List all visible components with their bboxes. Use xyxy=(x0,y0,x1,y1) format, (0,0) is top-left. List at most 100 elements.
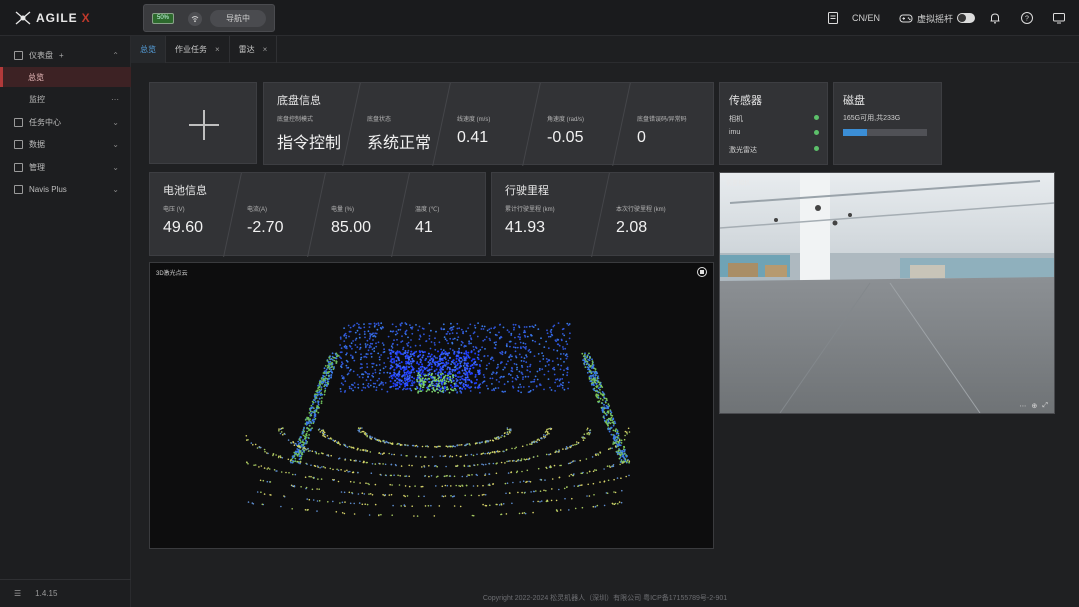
robot-status-pill: 50% 导航中 xyxy=(143,4,275,32)
add-widget-button[interactable] xyxy=(149,82,257,164)
sidebar-item-label: 数据 xyxy=(29,139,45,149)
metric-value: 指令控制 xyxy=(277,135,342,152)
metric-label: 累计行驶里程 (km) xyxy=(505,207,555,213)
chevron-down-icon: ⌄ xyxy=(112,184,119,194)
metric-label: 电量 (%) xyxy=(331,207,354,213)
divider xyxy=(591,173,610,257)
plus-icon-v xyxy=(203,110,205,140)
card-title: 磁盘 xyxy=(843,95,865,107)
metric-label: 电压 (V) xyxy=(163,207,185,213)
metric-label: 角速度 (rad/s) xyxy=(547,117,585,123)
sidebar: 仪表盘 + ⌃ 总览 监控 ⋯ 任务中心 ⌄ 数据 ⌄ 管理 ⌄ Navis P xyxy=(0,36,131,607)
data-icon xyxy=(14,139,23,149)
sidebar-item-monitor[interactable]: 监控 ⋯ xyxy=(0,89,131,109)
sensor-row-imu: imu xyxy=(729,129,819,136)
chevron-down-icon: ⌄ xyxy=(112,139,119,149)
sensors-card: 传感器 相机 imu 激光雷达 xyxy=(719,82,828,165)
top-bar: AGILE X 50% 导航中 CN/EN 虚拟摇杆 ? xyxy=(0,0,1079,36)
sidebar-item-manage[interactable]: 管理 ⌄ xyxy=(0,157,131,177)
status-dot xyxy=(814,146,819,151)
metric-label: 底盘状态 xyxy=(367,117,392,123)
divider xyxy=(307,173,326,257)
bell-icon[interactable] xyxy=(988,0,1002,36)
brand-accent: X xyxy=(81,11,91,25)
chassis-metric: 线速度 (m/s) 0.41 xyxy=(457,114,490,147)
zoom-icon[interactable]: ⊕ xyxy=(1032,402,1038,410)
metric-label: 底盘控制模式 xyxy=(277,117,314,123)
divider xyxy=(432,83,451,166)
task-icon xyxy=(14,117,23,127)
camera-view[interactable]: 前置相机 ⋯ ⊕ ⤢ xyxy=(719,172,1055,414)
sensor-label: imu xyxy=(729,129,741,136)
battery-indicator: 50% xyxy=(152,13,174,24)
sidebar-item-label: 监控 xyxy=(29,94,45,104)
sidebar-footer: ☰ 1.4.15 xyxy=(0,579,131,607)
fullscreen-icon[interactable]: ⤢ xyxy=(1042,402,1048,410)
battery-metric: 温度 (℃) 41 xyxy=(415,204,439,237)
virtual-joystick-toggle[interactable] xyxy=(957,13,976,23)
divider xyxy=(223,173,242,257)
card-title: 电池信息 xyxy=(163,185,207,197)
robot-logo-icon xyxy=(15,11,31,25)
menu-collapse-icon[interactable]: ☰ xyxy=(14,589,21,598)
sidebar-item-label: 总览 xyxy=(28,72,44,82)
add-icon[interactable]: + xyxy=(59,51,64,60)
camera-title: 前置相机 xyxy=(726,181,751,187)
gamepad-icon xyxy=(899,14,913,23)
card-title: 底盘信息 xyxy=(277,95,321,107)
sensor-label: 相机 xyxy=(729,116,743,123)
divider xyxy=(612,83,631,166)
sidebar-item-task-center[interactable]: 任务中心 ⌄ xyxy=(0,112,131,132)
virtual-joystick-label: 虚拟摇杆 xyxy=(917,13,954,24)
logo: AGILE X xyxy=(14,9,91,27)
battery-metric: 电流(A) -2.70 xyxy=(247,204,283,237)
navis-icon xyxy=(14,184,23,194)
svg-text:?: ? xyxy=(1025,16,1029,23)
screen-icon[interactable] xyxy=(1052,0,1066,36)
wifi-icon[interactable] xyxy=(188,12,202,26)
metric-label: 线速度 (m/s) xyxy=(457,117,491,123)
close-icon[interactable]: × xyxy=(263,45,268,54)
battery-metric: 电压 (V) 49.60 xyxy=(163,204,203,237)
sidebar-item-data[interactable]: 数据 ⌄ xyxy=(0,134,131,154)
tab-tasks[interactable]: 作业任务 × xyxy=(166,36,230,63)
sidebar-item-dashboard[interactable]: 仪表盘 + ⌃ xyxy=(0,45,131,65)
camera-controls: ⋯ ⊕ ⤢ xyxy=(1020,402,1048,410)
more-icon[interactable]: ⋯ xyxy=(1020,402,1027,410)
lidar-point-cloud-view[interactable]: 3D激光点云 xyxy=(149,262,714,549)
metric-label: 电流(A) xyxy=(247,207,267,213)
metric-value: -2.70 xyxy=(247,219,284,236)
help-icon[interactable]: ? xyxy=(1020,0,1034,36)
chassis-metric: 角速度 (rad/s) -0.05 xyxy=(547,114,584,147)
virtual-joystick-control[interactable]: 虚拟摇杆 xyxy=(899,0,976,36)
chassis-metric: 底盘状态 系统正常 xyxy=(367,114,431,153)
disk-usage-bar xyxy=(843,129,927,136)
metric-value: 41.93 xyxy=(505,219,546,236)
divider xyxy=(391,173,410,257)
metric-value: 系统正常 xyxy=(367,135,432,152)
more-icon[interactable]: ⋯ xyxy=(111,95,119,104)
card-title: 行驶里程 xyxy=(505,185,549,197)
copyright-footer: Copyright 2022-2024 松灵机器人（深圳）有限公司 粤ICP备1… xyxy=(482,595,728,602)
tab-radar[interactable]: 雷达 × xyxy=(230,36,278,63)
divider xyxy=(342,83,361,166)
tab-label: 总览 xyxy=(140,45,156,54)
status-dot xyxy=(814,130,819,135)
tab-bar: 总览 作业任务 × 雷达 × xyxy=(131,36,1079,63)
chevron-up-icon: ⌃ xyxy=(112,50,119,60)
metric-value: 0 xyxy=(637,129,646,146)
point-cloud-canvas xyxy=(245,322,631,517)
navigation-mode-button[interactable]: 导航中 xyxy=(210,10,266,27)
sidebar-item-overview[interactable]: 总览 xyxy=(0,67,131,87)
chassis-metric: 底盘控制模式 指令控制 xyxy=(277,114,341,153)
task-list-icon[interactable] xyxy=(826,0,840,36)
metric-label: 本次行驶里程 (km) xyxy=(616,207,666,213)
language-switch[interactable]: CN/EN xyxy=(852,0,880,36)
metric-value: -0.05 xyxy=(547,129,584,146)
sidebar-item-navis-plus[interactable]: Navis Plus ⌄ xyxy=(0,179,131,199)
disk-card: 磁盘 165G可用,共233G xyxy=(833,82,942,165)
divider xyxy=(522,83,541,166)
close-icon[interactable]: × xyxy=(215,45,220,54)
tab-overview[interactable]: 总览 xyxy=(131,36,166,63)
metric-value: 2.08 xyxy=(616,219,648,236)
